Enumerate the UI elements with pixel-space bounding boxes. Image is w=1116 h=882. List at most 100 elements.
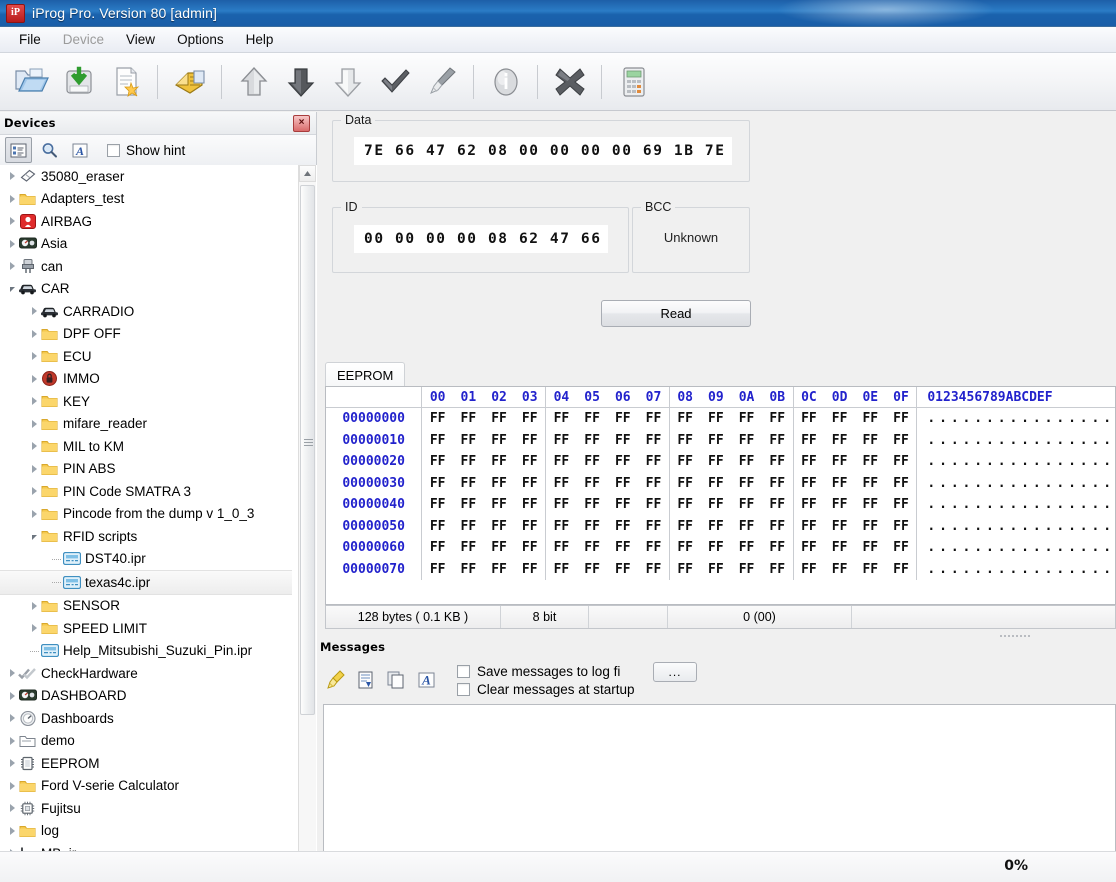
hex-byte[interactable]: FF [761, 451, 794, 473]
tree-item-pin-code-smatra-3[interactable]: PIN Code SMATRA 3 [0, 480, 292, 503]
hex-byte[interactable]: FF [514, 472, 547, 494]
hex-byte[interactable]: FF [669, 516, 700, 538]
info-button[interactable] [482, 57, 529, 107]
hex-byte[interactable]: FF [453, 408, 484, 430]
hex-byte[interactable]: FF [577, 559, 608, 581]
tree-item-asia[interactable]: Asia [0, 233, 292, 256]
clear-messages-button[interactable] [323, 667, 349, 693]
expander-closed-icon[interactable] [28, 601, 40, 610]
hex-byte[interactable]: FF [701, 537, 732, 559]
hex-byte[interactable]: FF [453, 451, 484, 473]
hex-ascii[interactable]: ................ [916, 451, 1115, 473]
hex-byte[interactable]: FF [546, 473, 577, 495]
tree-item-checkhardware[interactable]: CheckHardware [0, 662, 292, 685]
expander-closed-icon[interactable] [6, 736, 18, 745]
hex-byte[interactable]: FF [885, 558, 918, 580]
expander-closed-icon[interactable] [28, 442, 40, 451]
hex-byte[interactable]: FF [731, 473, 762, 495]
hex-byte[interactable]: FF [514, 558, 547, 580]
tree-item-ford-v-serie-calculator[interactable]: Ford V-serie Calculator [0, 775, 292, 798]
hex-byte[interactable]: FF [731, 537, 762, 559]
hex-byte[interactable]: FF [731, 430, 762, 452]
hex-byte[interactable]: FF [701, 516, 732, 538]
expander-closed-icon[interactable] [6, 714, 18, 723]
hex-byte[interactable]: FF [793, 430, 824, 452]
hex-byte[interactable]: FF [885, 537, 918, 559]
hex-byte[interactable]: FF [731, 408, 762, 430]
tree-item-mil-to-km[interactable]: MIL to KM [0, 435, 292, 458]
tree-item-airbag[interactable]: AIRBAG [0, 210, 292, 233]
tree-item-pincode-from-the-dump-v-1-0-3[interactable]: Pincode from the dump v 1_0_3 [0, 503, 292, 526]
font-button[interactable]: A [67, 138, 92, 162]
hex-byte[interactable]: FF [422, 537, 453, 559]
splitter-grip[interactable] [1000, 633, 1044, 640]
hex-row[interactable]: 00000070 FF FF FF FF FF FF FF FF FF FF FF FF FF FF FF FF… [326, 558, 1115, 581]
expander-closed-icon[interactable] [6, 172, 18, 181]
hex-byte[interactable]: FF [761, 537, 794, 559]
hex-byte[interactable]: FF [855, 408, 886, 430]
hex-byte[interactable]: FF [453, 516, 484, 538]
tree-item-speed-limit[interactable]: SPEED LIMIT [0, 617, 292, 640]
hex-byte[interactable]: FF [761, 494, 794, 516]
tree-view-button[interactable] [5, 137, 32, 163]
hex-ascii[interactable]: ................ [916, 494, 1115, 516]
hex-byte[interactable]: FF [422, 473, 453, 495]
hex-byte[interactable]: FF [453, 559, 484, 581]
tree-item-pin-abs[interactable]: PIN ABS [0, 458, 292, 481]
scrollbar-thumb[interactable] [300, 185, 315, 715]
hex-byte[interactable]: FF [761, 472, 794, 494]
hex-byte[interactable]: FF [638, 429, 670, 451]
save-to-log-checkbox[interactable]: Save messages to log fi [457, 664, 635, 679]
expander-closed-icon[interactable] [28, 352, 40, 361]
tree-item-35080-eraser[interactable]: 35080_eraser [0, 165, 292, 188]
tree-item-mifare-reader[interactable]: mifare_reader [0, 413, 292, 436]
tree-item-carradio[interactable]: CARRADIO [0, 300, 292, 323]
tree-item-ecu[interactable]: ECU [0, 345, 292, 368]
download-button[interactable] [277, 57, 324, 107]
hex-byte[interactable]: FF [824, 430, 855, 452]
hex-byte[interactable]: FF [484, 473, 515, 495]
save-to-disk-button[interactable] [55, 57, 102, 107]
hex-byte[interactable]: FF [422, 451, 453, 473]
hex-byte[interactable]: FF [793, 559, 824, 581]
hex-byte[interactable]: FF [546, 451, 577, 473]
hex-byte[interactable]: FF [855, 451, 886, 473]
messages-log[interactable] [323, 704, 1116, 852]
tree-item-car[interactable]: CAR [0, 278, 292, 301]
hex-byte[interactable]: FF [607, 451, 638, 473]
hex-byte[interactable]: FF [701, 430, 732, 452]
hex-byte[interactable]: FF [669, 559, 700, 581]
hex-byte[interactable]: FF [885, 472, 918, 494]
hex-byte[interactable]: FF [731, 559, 762, 581]
hex-byte[interactable]: FF [824, 451, 855, 473]
hex-byte[interactable]: FF [453, 494, 484, 516]
hex-byte[interactable]: FF [669, 430, 700, 452]
menu-help[interactable]: Help [235, 29, 285, 50]
hex-byte[interactable]: FF [577, 537, 608, 559]
hex-byte[interactable]: FF [824, 537, 855, 559]
tree-item-rfid-scripts[interactable]: RFID scripts [0, 525, 292, 548]
hex-byte[interactable]: FF [669, 408, 700, 430]
hex-byte[interactable]: FF [546, 559, 577, 581]
hex-byte[interactable]: FF [731, 494, 762, 516]
hex-byte[interactable]: FF [577, 494, 608, 516]
menu-file[interactable]: File [8, 29, 52, 50]
hex-byte[interactable]: FF [701, 473, 732, 495]
hex-byte[interactable]: FF [453, 537, 484, 559]
hex-byte[interactable]: FF [638, 494, 670, 516]
hex-byte[interactable]: FF [761, 515, 794, 537]
open-folder-button[interactable] [8, 57, 55, 107]
hex-byte[interactable]: FF [607, 430, 638, 452]
hex-byte[interactable]: FF [607, 494, 638, 516]
hex-byte[interactable]: FF [793, 473, 824, 495]
hex-byte[interactable]: FF [761, 558, 794, 580]
hex-byte[interactable]: FF [484, 408, 515, 430]
hex-byte[interactable]: FF [885, 515, 918, 537]
data-field[interactable]: 7E 66 47 62 08 00 00 00 00 69 1B 7E [354, 137, 732, 165]
hex-row[interactable]: 00000040 FF FF FF FF FF FF FF FF FF FF FF FF FF FF FF FF… [326, 494, 1115, 516]
expander-closed-icon[interactable] [28, 509, 40, 518]
hex-byte[interactable]: FF [638, 451, 670, 473]
tree-item-log[interactable]: log [0, 820, 292, 843]
hex-byte[interactable]: FF [453, 430, 484, 452]
hex-byte[interactable]: FF [546, 430, 577, 452]
